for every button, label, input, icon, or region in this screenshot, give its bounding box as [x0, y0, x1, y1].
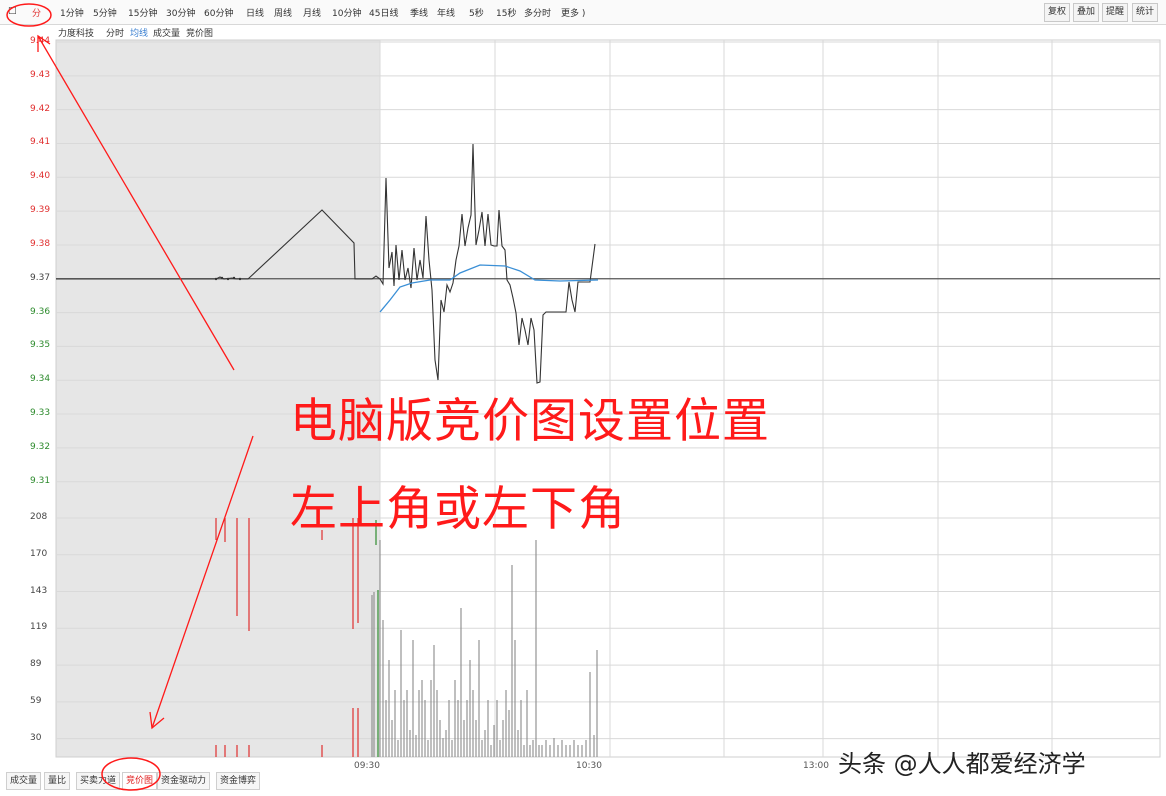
watermark-text: 头条 @人人都爱经济学	[838, 750, 1086, 778]
highlight-circle-bottom-tab	[101, 757, 161, 791]
annotation-text-line2: 左上角或左下角	[290, 482, 626, 537]
annotation-arrow-down	[151, 435, 254, 729]
annotation-arrow-up	[37, 35, 235, 371]
annotation-text-line1: 电脑版竞价图设置位置	[290, 394, 770, 449]
highlight-circle-top-left	[6, 3, 52, 27]
